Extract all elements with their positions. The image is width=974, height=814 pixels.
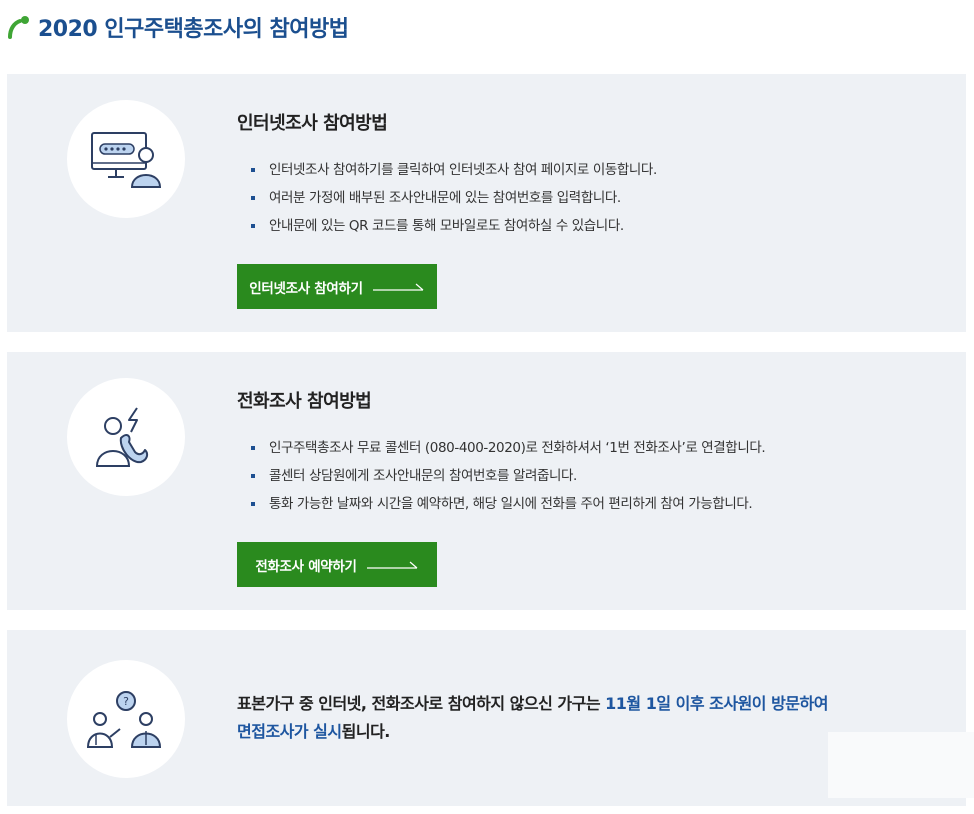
phone-content: 전화조사 참여방법 인구주택총조사 무료 콜센터 (080-400-2020)로… (237, 390, 766, 587)
arrow-right-icon (372, 283, 424, 291)
phone-reserve-label: 전화조사 예약하기 (255, 558, 357, 575)
internet-survey-panel: 인터넷조사 참여방법 인터넷조사 참여하기를 클릭하여 인터넷조사 참여 페이지… (7, 74, 966, 332)
computer-user-icon (91, 132, 162, 188)
interview-icon: ? (86, 691, 162, 748)
phone-survey-panel: 전화조사 참여방법 인구주택총조사 무료 콜센터 (080-400-2020)로… (7, 352, 966, 610)
visit-survey-panel: ? 표본가구 중 인터넷, 전화조사로 참여하지 않으신 가구는 11월 1일 … (7, 630, 966, 806)
internet-section-title: 인터넷조사 참여방법 (237, 113, 388, 134)
visit-notice-text: 표본가구 중 인터넷, 전화조사로 참여하지 않으신 가구는 11월 1일 이후… (237, 690, 917, 746)
visit-highlight-date: 11월 1일 이후 조사원이 방문하여 (605, 694, 828, 713)
svg-text:?: ? (123, 695, 129, 708)
list-item: 콜센터 상담원에게 조사안내문의 참여번호를 알려줍니다. (237, 462, 765, 490)
list-item: 여러분 가정에 배부된 조사안내문에 있는 참여번호를 입력합니다. (237, 184, 657, 212)
phone-icon-circle (67, 378, 185, 496)
list-item: 인구주택총조사 무료 콜센터 (080-400-2020)로 전화하셔서 ‘1번… (237, 434, 766, 462)
visit-highlight-interview: 면접조사가 실시 (237, 722, 342, 741)
phone-section-title: 전화조사 참여방법 (237, 391, 372, 412)
internet-icon-circle (67, 100, 185, 218)
internet-bullet-list: 인터넷조사 참여하기를 클릭하여 인터넷조사 참여 페이지로 이동합니다. 여러… (237, 156, 657, 240)
leaf-mark-icon (8, 16, 29, 39)
internet-participate-label: 인터넷조사 참여하기 (249, 280, 363, 297)
visit-icon-circle: ? (67, 660, 185, 778)
corner-overlay (828, 732, 974, 798)
phone-call-icon (95, 407, 149, 467)
internet-participate-button[interactable]: 인터넷조사 참여하기 (237, 264, 437, 309)
visit-text-part1: 표본가구 중 인터넷, 전화조사로 참여하지 않으신 가구는 (237, 694, 606, 713)
internet-content: 인터넷조사 참여방법 인터넷조사 참여하기를 클릭하여 인터넷조사 참여 페이지… (237, 112, 657, 309)
list-item: 안내문에 있는 QR 코드를 통해 모바일로도 참여하실 수 있습니다. (237, 212, 657, 240)
arrow-right-icon (366, 561, 418, 569)
list-item: 인터넷조사 참여하기를 클릭하여 인터넷조사 참여 페이지로 이동합니다. (237, 156, 657, 184)
page-title-bar: 2020 인구주택총조사의 참여방법 (6, 10, 349, 44)
phone-bullet-list: 인구주택총조사 무료 콜센터 (080-400-2020)로 전화하셔서 ‘1번… (237, 434, 766, 518)
phone-reserve-button[interactable]: 전화조사 예약하기 (237, 542, 437, 587)
visit-text-part2: 됩니다. (341, 722, 391, 741)
page-title: 2020 인구주택총조사의 참여방법 (38, 17, 349, 42)
list-item: 통화 가능한 날짜와 시간을 예약하면, 해당 일시에 전화를 주어 편리하게 … (237, 490, 765, 518)
